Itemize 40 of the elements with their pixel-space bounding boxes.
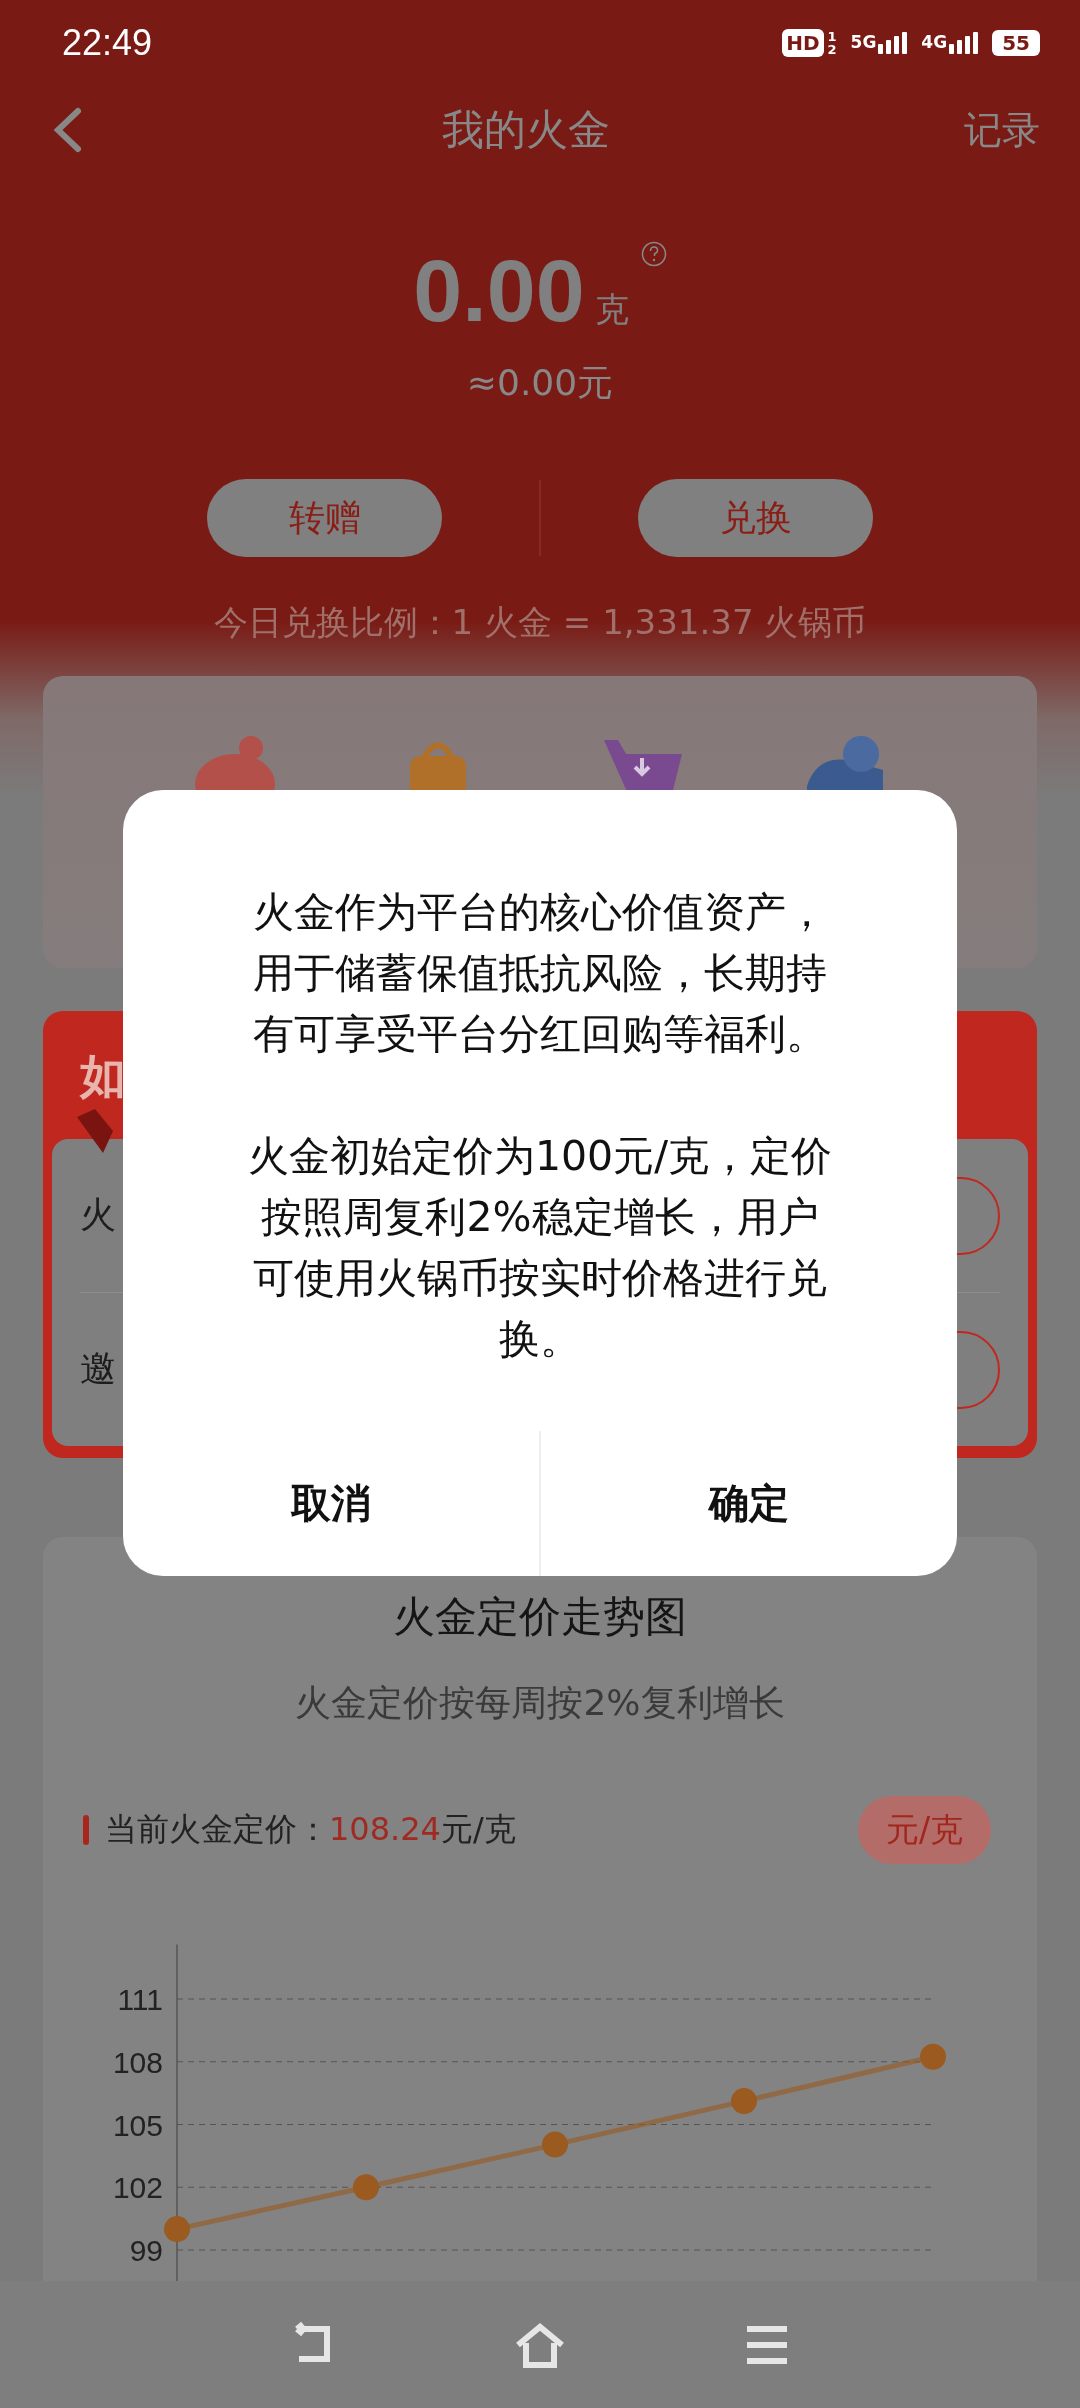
exchange-rate: 今日兑换比例：1 火金 = 1,331.37 火锅币 bbox=[212, 601, 868, 644]
tick-label: 108 bbox=[112, 2045, 163, 2079]
exchange-button[interactable]: 兑换 bbox=[638, 479, 873, 557]
tick-label: 105 bbox=[112, 2108, 163, 2142]
tick-label: 99 bbox=[129, 2234, 163, 2267]
signal-icon bbox=[878, 31, 908, 54]
sim-slot-label: 2 bbox=[827, 42, 837, 56]
confirm-button[interactable]: 确定 bbox=[541, 1431, 957, 1576]
record-link[interactable]: 记录 bbox=[964, 104, 1040, 156]
data-point bbox=[920, 2043, 946, 2070]
page-title: 我的火金 bbox=[442, 104, 610, 156]
data-point bbox=[542, 2131, 568, 2158]
data-point bbox=[731, 2088, 757, 2115]
help-icon[interactable] bbox=[640, 241, 667, 267]
balance-value: ≈0.00元 bbox=[465, 361, 615, 405]
balance-unit: 克 bbox=[594, 288, 629, 331]
dialog-message: 火金初始定价为100元/克，定价按照周复利2%稳定增长，用户可使用火锅币按实时价格进行兑换。 bbox=[246, 1131, 834, 1365]
current-price: 当前火金定价：108.24元/克 bbox=[105, 1809, 516, 1850]
network-label: 4G bbox=[921, 31, 948, 52]
balance-amount: 0.00 bbox=[413, 241, 585, 341]
tick-label: 111 bbox=[117, 1983, 163, 2016]
dialog-message: 火金作为平台的核心价值资产，用于储蓄保值抵抗风险，长期持有可享受平台分红回购等福利。 bbox=[252, 887, 828, 1060]
task-label: 火 bbox=[80, 1193, 116, 1237]
accent-bar bbox=[83, 1815, 89, 1845]
sim-slot-label: 1 bbox=[827, 29, 837, 43]
tick-label: 102 bbox=[112, 2171, 163, 2205]
hd-badge: HD bbox=[782, 28, 824, 57]
gift-button[interactable]: 转赠 bbox=[207, 479, 442, 557]
card-title: 如 bbox=[80, 1051, 126, 1101]
cancel-button[interactable]: 取消 bbox=[123, 1431, 539, 1576]
trend-title: 火金定价走势图 bbox=[392, 1591, 688, 1643]
network-label: 5G bbox=[850, 31, 877, 52]
status-time: 22:49 bbox=[62, 21, 153, 64]
task-label: 邀 bbox=[80, 1347, 116, 1391]
data-point bbox=[353, 2174, 379, 2201]
data-point bbox=[164, 2216, 190, 2243]
unit-toggle[interactable]: 元/克 bbox=[857, 1796, 991, 1864]
trend-subtitle: 火金定价按每周按2%复利增长 bbox=[294, 1681, 786, 1725]
signal-icon bbox=[949, 31, 979, 54]
battery-level: 55 bbox=[992, 29, 1040, 56]
